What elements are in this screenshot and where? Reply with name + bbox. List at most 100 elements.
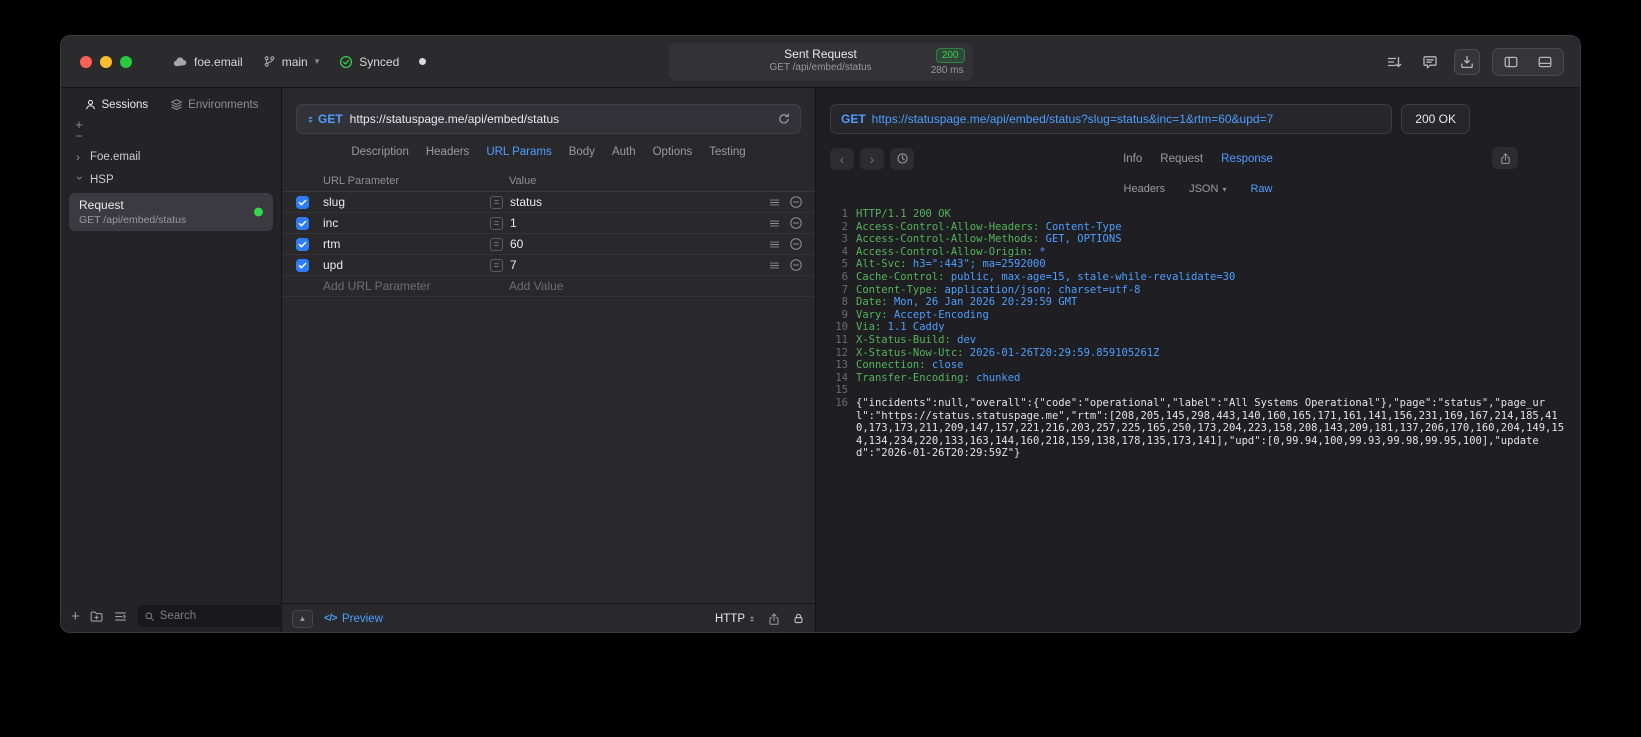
tab-info[interactable]: Info bbox=[1123, 153, 1142, 165]
resend-refresh-icon[interactable] bbox=[777, 112, 791, 126]
lock-icon[interactable] bbox=[792, 612, 805, 625]
zoom-window-button[interactable] bbox=[120, 55, 132, 68]
line-number: 11 bbox=[835, 333, 848, 346]
remove-param-icon[interactable] bbox=[789, 195, 803, 209]
history-forward-button[interactable]: › bbox=[860, 147, 884, 170]
param-row[interactable]: rtm 60 bbox=[282, 234, 815, 255]
response-panel: GET https://statuspage.me/api/embed/stat… bbox=[816, 88, 1580, 632]
params-table-header: URL Parameter Value bbox=[282, 171, 815, 192]
param-checkbox[interactable] bbox=[296, 216, 309, 230]
header-value: GET, OPTIONS bbox=[1045, 233, 1122, 246]
new-request-button[interactable]: + bbox=[71, 609, 80, 624]
tab-response[interactable]: Response bbox=[1221, 153, 1273, 165]
response-url-text: https://statuspage.me/api/embed/status?s… bbox=[871, 112, 1274, 126]
history-back-button[interactable]: ‹ bbox=[830, 147, 854, 170]
tree-group-hsp[interactable]: › HSP bbox=[61, 168, 281, 191]
line-number: 6 bbox=[841, 270, 848, 283]
organize-lines-icon[interactable] bbox=[1382, 50, 1406, 74]
param-row[interactable]: inc 1 bbox=[282, 213, 815, 234]
param-value-input[interactable]: 7 bbox=[510, 258, 768, 272]
subtab-raw[interactable]: Raw bbox=[1250, 183, 1272, 195]
minimize-window-button[interactable] bbox=[100, 55, 112, 68]
reorder-handle-icon[interactable] bbox=[768, 259, 781, 272]
status-code-badge: 200 bbox=[935, 48, 965, 63]
protocol-selector[interactable]: HTTP bbox=[715, 613, 756, 625]
close-window-button[interactable] bbox=[80, 55, 92, 68]
request-url-bar[interactable]: GET https://statuspage.me/api/embed/stat… bbox=[296, 104, 801, 134]
reorder-handle-icon[interactable] bbox=[768, 196, 781, 209]
tab-environments[interactable]: Environments bbox=[170, 98, 258, 111]
branch-label: main bbox=[281, 54, 308, 69]
param-key-input[interactable]: upd bbox=[323, 258, 490, 272]
subtab-headers[interactable]: Headers bbox=[1124, 183, 1166, 195]
response-line: 12 X-Status-Now-Utc: 2026-01-26T20:29:59.… bbox=[824, 347, 1564, 360]
method-label: GET bbox=[318, 112, 343, 126]
param-row-tools bbox=[768, 237, 803, 251]
branch-switcher[interactable]: main ▾ bbox=[263, 54, 319, 69]
request-summary-pill[interactable]: Sent Request GET /api/embed/status 200 2… bbox=[668, 43, 973, 81]
remove-param-icon[interactable] bbox=[789, 258, 803, 272]
unsaved-indicator-dot bbox=[419, 58, 427, 65]
param-row-tools bbox=[768, 258, 803, 272]
subtab-json[interactable]: JSON ▾ bbox=[1189, 183, 1226, 195]
header-name: Access-Control-Allow-Origin: bbox=[856, 245, 1034, 258]
reorder-handle-icon[interactable] bbox=[768, 238, 781, 251]
header-name: X-Status-Build: bbox=[856, 333, 951, 346]
view-options-icon[interactable] bbox=[113, 609, 128, 624]
tree-group-foe-email[interactable]: › Foe.email bbox=[61, 145, 281, 168]
feedback-bubble-icon[interactable] bbox=[1418, 50, 1442, 74]
response-url-bar[interactable]: GET https://statuspage.me/api/embed/stat… bbox=[830, 104, 1393, 134]
toggle-left-panel-icon[interactable] bbox=[1495, 52, 1527, 72]
param-checkbox[interactable] bbox=[296, 195, 309, 209]
tab-testing[interactable]: Testing bbox=[709, 146, 745, 158]
tab-options[interactable]: Options bbox=[653, 146, 693, 158]
export-response-button[interactable] bbox=[1492, 147, 1518, 169]
response-raw-view[interactable]: 1 HTTP/1.1 200 OK 2 Access-Control-Allow… bbox=[816, 208, 1580, 460]
param-value-input[interactable]: status bbox=[510, 195, 768, 209]
import-tray-icon[interactable] bbox=[1454, 49, 1480, 75]
header-name: Cache-Control: bbox=[856, 270, 945, 283]
tab-sessions[interactable]: Sessions bbox=[84, 98, 148, 111]
param-key-input[interactable]: slug bbox=[323, 195, 490, 209]
new-folder-icon[interactable] bbox=[89, 609, 104, 624]
workspace-switcher[interactable]: foe.email bbox=[172, 54, 243, 70]
param-key-input[interactable]: inc bbox=[323, 216, 490, 230]
sync-status[interactable]: Synced bbox=[339, 55, 399, 69]
history-clock-button[interactable] bbox=[890, 147, 914, 170]
param-checkbox[interactable] bbox=[296, 258, 309, 272]
response-nav: ‹ › Info Request Response bbox=[816, 147, 1580, 170]
tab-body[interactable]: Body bbox=[569, 146, 595, 158]
reorder-handle-icon[interactable] bbox=[768, 217, 781, 230]
remove-param-icon[interactable] bbox=[789, 237, 803, 251]
header-value: Content-Type bbox=[1045, 220, 1122, 233]
param-value-input[interactable]: 60 bbox=[510, 237, 768, 251]
line-number: 15 bbox=[835, 384, 848, 397]
param-checkbox[interactable] bbox=[296, 237, 309, 251]
param-row[interactable]: upd 7 bbox=[282, 255, 815, 276]
header-name: Vary: bbox=[856, 308, 888, 321]
expand-panel-button[interactable]: ▲ bbox=[292, 609, 313, 628]
request-url-input[interactable]: https://statuspage.me/api/embed/status bbox=[350, 112, 770, 126]
remove-param-icon[interactable] bbox=[789, 216, 803, 230]
method-selector[interactable]: GET bbox=[306, 112, 343, 126]
line-number: 1 bbox=[841, 208, 848, 220]
tab-headers[interactable]: Headers bbox=[426, 146, 469, 158]
add-param-key-placeholder[interactable]: Add URL Parameter bbox=[323, 279, 509, 293]
column-header-key: URL Parameter bbox=[323, 175, 400, 187]
sidebar-request-item[interactable]: Request GET /api/embed/status bbox=[69, 193, 273, 231]
tab-request[interactable]: Request bbox=[1160, 153, 1203, 165]
add-param-row[interactable]: Add URL Parameter Add Value bbox=[282, 276, 815, 297]
header-value: close bbox=[931, 359, 964, 372]
share-request-icon[interactable] bbox=[767, 612, 781, 626]
response-line: 1 HTTP/1.1 200 OK bbox=[824, 208, 1564, 221]
remove-session-button[interactable]: − bbox=[75, 130, 82, 142]
param-key-input[interactable]: rtm bbox=[323, 237, 490, 251]
param-row[interactable]: slug status bbox=[282, 192, 815, 213]
tab-description[interactable]: Description bbox=[351, 146, 409, 158]
add-param-value-placeholder[interactable]: Add Value bbox=[509, 279, 564, 293]
tab-url-params[interactable]: URL Params bbox=[486, 146, 551, 158]
tab-auth[interactable]: Auth bbox=[612, 146, 636, 158]
param-value-input[interactable]: 1 bbox=[510, 216, 768, 230]
toggle-bottom-panel-icon[interactable] bbox=[1529, 52, 1561, 72]
preview-button[interactable]: </> Preview bbox=[324, 613, 383, 625]
